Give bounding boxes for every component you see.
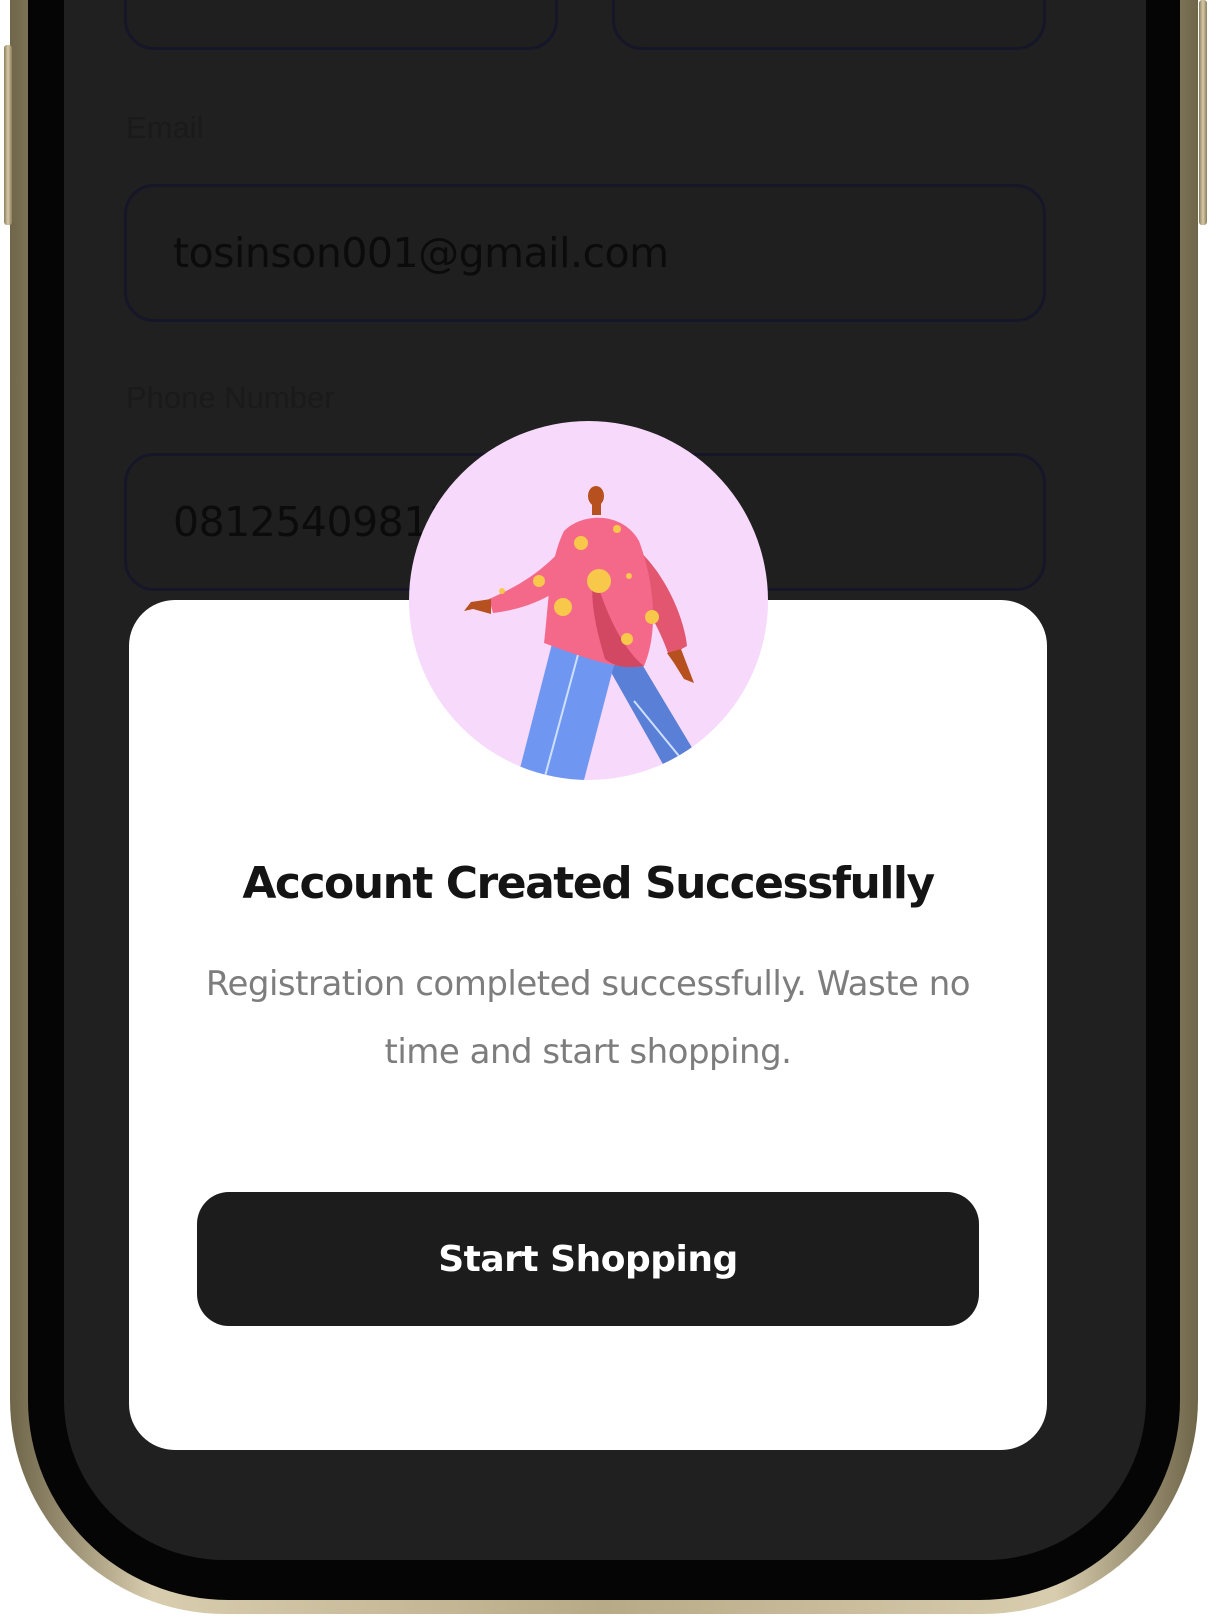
side-button bbox=[1199, 0, 1207, 225]
email-field[interactable]: tosinson001@gmail.com bbox=[124, 184, 1046, 322]
email-label: Email bbox=[126, 110, 204, 145]
walking-person-icon bbox=[464, 486, 694, 780]
modal-title: Account Created Successfully bbox=[242, 858, 935, 909]
phone-label: Phone Number bbox=[126, 380, 335, 415]
walking-person-illustration bbox=[409, 421, 768, 780]
app-screen: Email tosinson001@gmail.com Phone Number… bbox=[64, 0, 1146, 1560]
email-value: tosinson001@gmail.com bbox=[173, 229, 669, 277]
start-shopping-button[interactable]: Start Shopping bbox=[197, 1192, 979, 1326]
modal-message: Registration completed successfully. Was… bbox=[205, 964, 971, 1072]
side-button bbox=[4, 45, 12, 225]
last-name-field[interactable] bbox=[612, 0, 1046, 50]
first-name-field[interactable] bbox=[124, 0, 558, 50]
